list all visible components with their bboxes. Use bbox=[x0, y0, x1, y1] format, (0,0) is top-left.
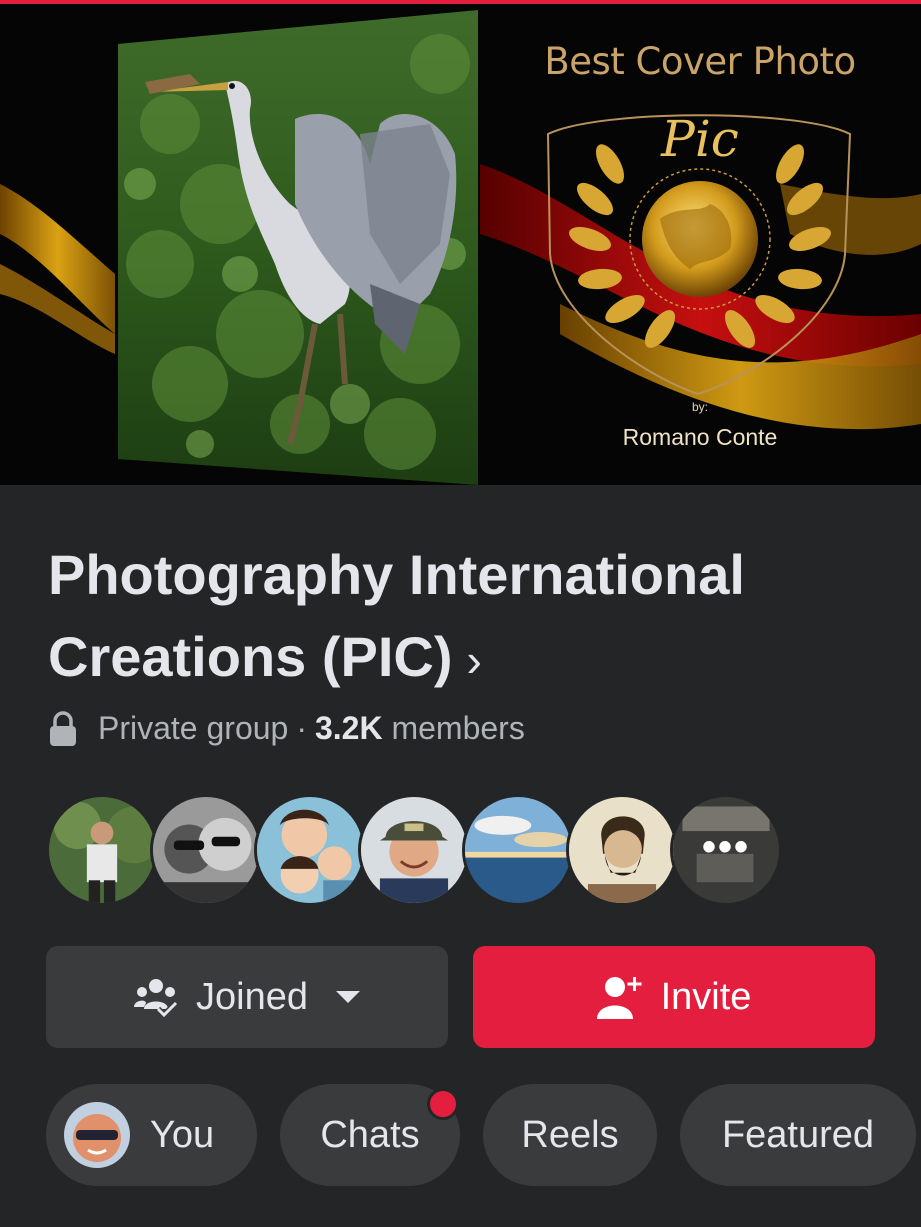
avatar[interactable] bbox=[254, 794, 366, 906]
cover-title: Best Cover Photo bbox=[544, 40, 856, 83]
cover-logo-text: Pic bbox=[660, 110, 739, 168]
user-avatar bbox=[64, 1102, 130, 1168]
add-person-icon bbox=[596, 977, 642, 1019]
avatar[interactable] bbox=[150, 794, 262, 906]
member-avatars[interactable]: ••• bbox=[46, 794, 806, 910]
invite-button[interactable]: Invite bbox=[473, 946, 875, 1048]
tab-reels-label: Reels bbox=[521, 1113, 619, 1156]
tab-you-label: You bbox=[150, 1113, 215, 1156]
lock-icon bbox=[50, 710, 76, 746]
notification-dot bbox=[427, 1088, 459, 1120]
meta-separator: · bbox=[296, 710, 307, 746]
tab-featured-label: Featured bbox=[721, 1113, 875, 1156]
cover-by-label: by: bbox=[691, 400, 708, 414]
caret-down-icon bbox=[335, 991, 360, 1003]
more-members-avatar[interactable]: ••• bbox=[670, 794, 782, 906]
tab-reels[interactable]: Reels bbox=[483, 1084, 657, 1186]
invite-label: Invite bbox=[660, 975, 752, 1018]
tab-chats-label: Chats bbox=[320, 1113, 420, 1156]
avatar[interactable] bbox=[462, 794, 574, 906]
group-name[interactable]: Photography International Creations (PIC… bbox=[48, 543, 745, 688]
avatar[interactable] bbox=[566, 794, 678, 906]
group-title[interactable]: Photography International Creations (PIC… bbox=[48, 534, 888, 701]
member-count: 3.2K bbox=[314, 710, 383, 746]
members-label[interactable]: members bbox=[391, 710, 524, 747]
tab-you[interactable]: You bbox=[46, 1084, 257, 1186]
group-members-icon bbox=[134, 979, 178, 1017]
group-meta: Private group · 3.2K members bbox=[48, 710, 525, 747]
tab-featured[interactable]: Featured bbox=[680, 1084, 916, 1186]
avatar[interactable] bbox=[46, 794, 158, 906]
cover-author: Romano Conte bbox=[622, 424, 778, 450]
chevron-right-icon[interactable]: › bbox=[467, 634, 482, 686]
joined-label: Joined bbox=[196, 975, 308, 1018]
more-icon: ••• bbox=[701, 825, 750, 869]
joined-button[interactable]: Joined bbox=[46, 946, 448, 1048]
avatar[interactable] bbox=[358, 794, 470, 906]
privacy-label: Private group bbox=[98, 710, 289, 746]
cover-photo[interactable]: Pic Best Cover Photo by: Romano Conte bbox=[0, 4, 921, 485]
